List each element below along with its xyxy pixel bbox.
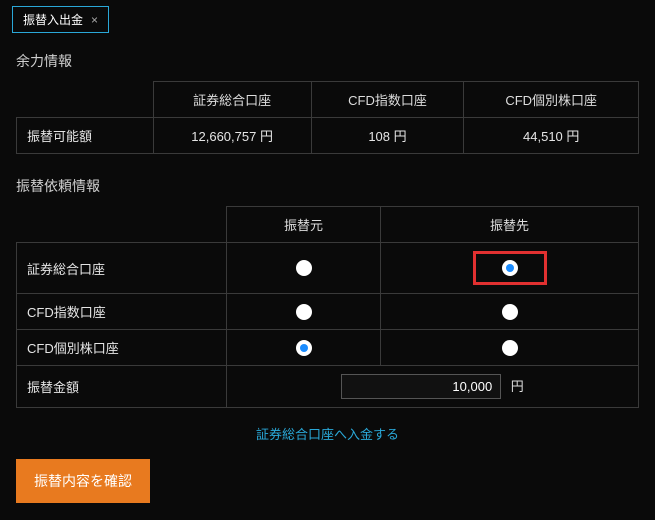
- radio-from-cfd-index[interactable]: [296, 304, 312, 320]
- tab-transfer[interactable]: 振替入出金 ×: [12, 6, 109, 33]
- confirm-button[interactable]: 振替内容を確認: [16, 459, 150, 503]
- request-table: 振替元 振替先 証券総合口座 CFD指数口座 CFD個別株口座 振替金額: [16, 206, 639, 408]
- radio-to-cfd-index[interactable]: [502, 304, 518, 320]
- balance-col-sogo: 証券総合口座: [153, 82, 311, 118]
- close-icon[interactable]: ×: [91, 13, 98, 27]
- balance-row-label: 振替可能額: [17, 118, 154, 154]
- table-row: 振替金額 円: [17, 366, 639, 408]
- table-row: CFD個別株口座: [17, 330, 639, 366]
- request-row-cfd-index: CFD指数口座: [17, 294, 227, 330]
- request-section-title: 振替依頼情報: [16, 176, 639, 196]
- balance-table: 証券総合口座 CFD指数口座 CFD個別株口座 振替可能額 12,660,757…: [16, 81, 639, 154]
- request-col-from: 振替元: [227, 207, 381, 243]
- balance-col-cfd-index: CFD指数口座: [311, 82, 464, 118]
- tab-label: 振替入出金: [23, 11, 83, 28]
- request-row-sogo: 証券総合口座: [17, 243, 227, 294]
- balance-section-title: 余力情報: [16, 51, 639, 71]
- balance-value-cfd-index: 108 円: [311, 118, 464, 154]
- amount-label: 振替金額: [17, 366, 227, 408]
- amount-unit: 円: [511, 379, 524, 394]
- request-corner: [17, 207, 227, 243]
- radio-from-cfd-stock[interactable]: [296, 340, 312, 356]
- table-row: 証券総合口座: [17, 243, 639, 294]
- balance-value-sogo: 12,660,757 円: [153, 118, 311, 154]
- balance-col-cfd-stock: CFD個別株口座: [464, 82, 639, 118]
- balance-corner: [17, 82, 154, 118]
- radio-to-cfd-stock[interactable]: [502, 340, 518, 356]
- radio-to-sogo[interactable]: [502, 260, 518, 276]
- balance-value-cfd-stock: 44,510 円: [464, 118, 639, 154]
- deposit-link[interactable]: 証券総合口座へ入金する: [16, 424, 639, 443]
- table-row: CFD指数口座: [17, 294, 639, 330]
- amount-input[interactable]: [341, 374, 501, 399]
- highlight-box: [473, 251, 547, 285]
- radio-from-sogo[interactable]: [296, 260, 312, 276]
- request-row-cfd-stock: CFD個別株口座: [17, 330, 227, 366]
- request-col-to: 振替先: [381, 207, 639, 243]
